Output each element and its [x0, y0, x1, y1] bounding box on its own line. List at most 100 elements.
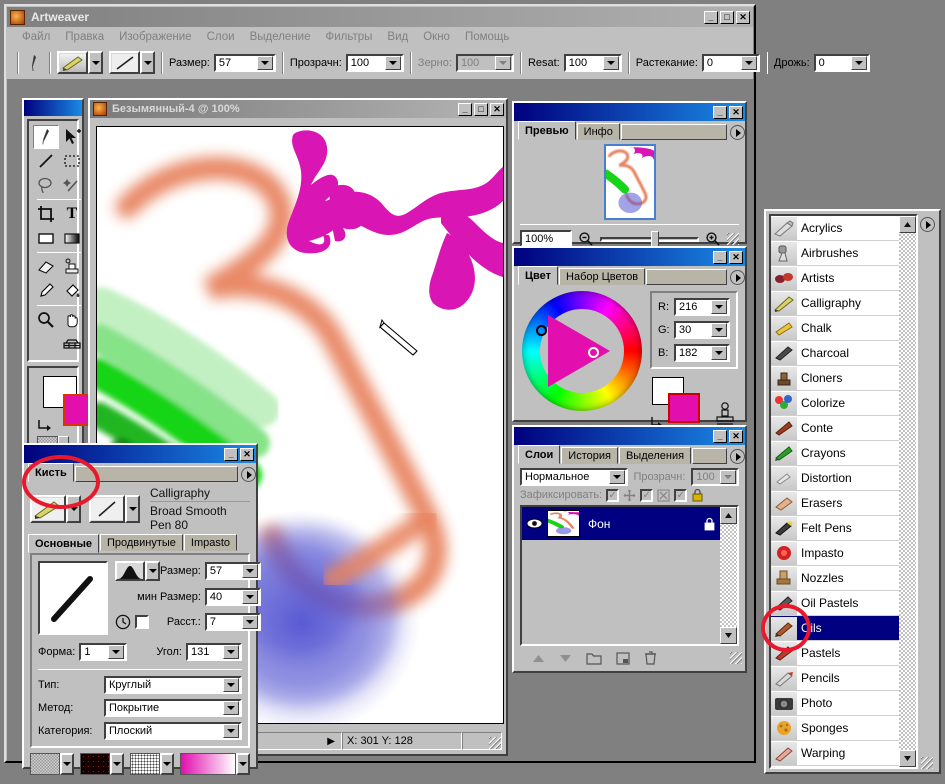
list-item[interactable]: Crayons: [771, 441, 899, 466]
tab-preview[interactable]: Превью: [518, 121, 576, 140]
resize-grip[interactable]: [489, 737, 501, 749]
saturation-marker[interactable]: [588, 347, 599, 358]
scroll-down-button[interactable]: [720, 627, 737, 644]
brush-size-input[interactable]: 57: [204, 562, 261, 580]
pattern-dropdown[interactable]: [110, 753, 124, 775]
layers-minimize-button[interactable]: _: [713, 429, 727, 443]
brush-spacing-input[interactable]: 7: [204, 613, 261, 631]
document-maximize-button[interactable]: □: [474, 102, 488, 116]
g-input[interactable]: 30: [674, 321, 730, 339]
preview-close-button[interactable]: ✕: [729, 105, 743, 119]
option-jitter-input[interactable]: 0: [813, 53, 870, 72]
tool-palette-titlebar[interactable]: [24, 100, 82, 116]
list-item[interactable]: Colorize: [771, 391, 899, 416]
gradient-dropdown[interactable]: [236, 753, 250, 775]
option-resat-input[interactable]: 100: [563, 53, 622, 72]
tab-layers[interactable]: Слои: [518, 445, 561, 464]
option-opacity-input[interactable]: 100: [345, 53, 404, 72]
gradient-tool[interactable]: [59, 226, 85, 250]
lock-transparent-checkbox[interactable]: ✓: [606, 488, 620, 502]
brush-preset-dropdown[interactable]: [88, 51, 103, 74]
brush-variant-swatch[interactable]: [89, 495, 125, 523]
layers-close-button[interactable]: ✕: [729, 429, 743, 443]
eye-icon[interactable]: [526, 517, 543, 530]
list-item-oils[interactable]: Oils: [771, 616, 899, 641]
menu-layers[interactable]: Слои: [200, 29, 242, 45]
hue-marker[interactable]: [536, 325, 547, 336]
r-input[interactable]: 216: [674, 298, 730, 316]
move-layer-up-icon[interactable]: [532, 654, 545, 663]
brush-variant-dropdown[interactable]: [125, 495, 140, 523]
eraser-tool[interactable]: [33, 255, 59, 279]
preview-zoom-value[interactable]: 100%: [525, 233, 553, 245]
hand-tool[interactable]: [59, 308, 85, 332]
menu-window[interactable]: Окно: [416, 29, 457, 45]
line-tool[interactable]: [33, 149, 59, 173]
zoom-out-icon[interactable]: [578, 231, 594, 247]
color-titlebar[interactable]: _ ✕: [514, 248, 745, 266]
pattern-swatch[interactable]: [80, 753, 110, 775]
eyedropper-tool[interactable]: [33, 279, 59, 303]
stroke-preview-swatch[interactable]: [109, 51, 140, 74]
list-item[interactable]: Felt Pens: [771, 516, 899, 541]
option-bleed-input[interactable]: 0: [701, 53, 760, 72]
color-close-button[interactable]: ✕: [729, 250, 743, 264]
primary-color-swatch[interactable]: [668, 393, 700, 423]
color-picker-stamp-icon[interactable]: [714, 401, 736, 427]
list-item[interactable]: Impasto: [771, 541, 899, 566]
status-expander-icon[interactable]: ▶: [327, 736, 335, 747]
zoom-tool[interactable]: [33, 308, 59, 332]
layers-scrollbar[interactable]: [720, 507, 737, 644]
blend-mode-select[interactable]: Нормальное: [520, 468, 628, 486]
list-item[interactable]: Chalk: [771, 316, 899, 341]
list-item[interactable]: Acrylics: [771, 216, 899, 241]
brush-min-size-input[interactable]: 40: [204, 588, 261, 606]
tab-selections[interactable]: Выделения: [618, 447, 692, 464]
brush-profile-swatch[interactable]: [115, 561, 145, 581]
fill-rect-tool[interactable]: [33, 226, 59, 250]
category-scroll-up-button[interactable]: [899, 216, 916, 233]
app-titlebar[interactable]: Artweaver _ □ ✕: [7, 7, 753, 27]
brush-panel-menu-icon[interactable]: [241, 467, 256, 482]
brush-shape-input[interactable]: 1: [79, 643, 128, 661]
tab-impasto[interactable]: Impasto: [183, 534, 238, 551]
magic-wand-tool[interactable]: [59, 173, 85, 197]
preview-panel-menu-icon[interactable]: [730, 125, 745, 140]
list-item[interactable]: Cloners: [771, 366, 899, 391]
gradient-swatch[interactable]: [180, 753, 236, 775]
tab-advanced[interactable]: Продвинутые: [99, 534, 183, 551]
app-minimize-button[interactable]: _: [704, 10, 718, 24]
menu-view[interactable]: Вид: [380, 29, 415, 45]
list-item[interactable]: Charcoal: [771, 341, 899, 366]
menu-file[interactable]: Файл: [15, 29, 57, 45]
paint-bucket-tool[interactable]: [59, 279, 85, 303]
b-input[interactable]: 182: [674, 344, 730, 362]
category-scroll-down-button[interactable]: [899, 750, 916, 767]
list-item[interactable]: Airbrushes: [771, 241, 899, 266]
perspective-grid-tool[interactable]: [59, 332, 85, 356]
color-triangle[interactable]: [548, 315, 610, 387]
preview-thumbnail[interactable]: [603, 144, 656, 220]
app-close-button[interactable]: ✕: [736, 10, 750, 24]
document-close-button[interactable]: ✕: [490, 102, 504, 116]
table-row[interactable]: Фон: [522, 507, 720, 540]
tab-color[interactable]: Цвет: [518, 266, 559, 285]
color-minimize-button[interactable]: _: [713, 250, 727, 264]
move-layer-down-icon[interactable]: [559, 654, 572, 663]
brush-tool[interactable]: [33, 125, 59, 149]
paper-texture-dropdown[interactable]: [60, 753, 74, 775]
brush-category-select[interactable]: Плоский: [104, 722, 242, 740]
nozzle-dropdown[interactable]: [160, 753, 174, 775]
rect-select-tool[interactable]: [59, 149, 85, 173]
option-size-input[interactable]: 57: [213, 53, 276, 72]
brush-method-select[interactable]: Покрытие: [104, 699, 242, 717]
layers-resize-grip[interactable]: [730, 652, 742, 664]
brush-panel-minimize-button[interactable]: _: [224, 447, 238, 461]
brush-type-select[interactable]: Круглый: [104, 676, 242, 694]
nozzle-swatch[interactable]: [130, 753, 160, 775]
tab-info[interactable]: Инфо: [576, 123, 620, 140]
list-item[interactable]: Erasers: [771, 491, 899, 516]
menu-selection[interactable]: Выделение: [243, 29, 318, 45]
menu-image[interactable]: Изображение: [112, 29, 198, 45]
zoom-in-icon[interactable]: [705, 231, 721, 247]
